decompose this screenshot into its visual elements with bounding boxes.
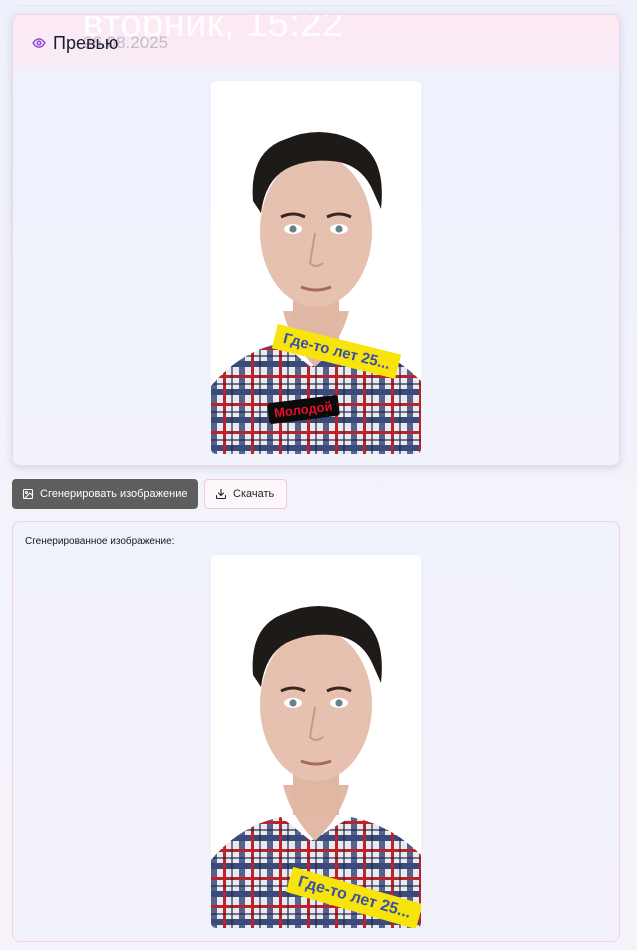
download-label: Скачать	[233, 488, 275, 500]
generate-image-button[interactable]: Сгенерировать изображение	[12, 479, 198, 509]
download-icon	[215, 488, 227, 500]
generate-image-label: Сгенерировать изображение	[40, 488, 188, 500]
result-label: Сгенерированное изображение:	[25, 536, 175, 547]
image-icon	[22, 488, 34, 500]
generated-photo: Где-то лет 25...	[211, 555, 421, 928]
preview-photo: Где-то лет 25... Молодой	[211, 81, 421, 454]
preview-header: вторник, 15:22 26.08.2025 Превью	[13, 15, 619, 71]
preview-card: вторник, 15:22 26.08.2025 Превью Где-то …	[12, 14, 620, 466]
preview-title: Превью	[53, 33, 119, 53]
eye-icon	[32, 38, 46, 48]
top-card-edge	[12, 0, 620, 6]
download-button[interactable]: Скачать	[204, 479, 287, 509]
result-card: Сгенерированное изображение: Где-то лет …	[12, 521, 620, 942]
